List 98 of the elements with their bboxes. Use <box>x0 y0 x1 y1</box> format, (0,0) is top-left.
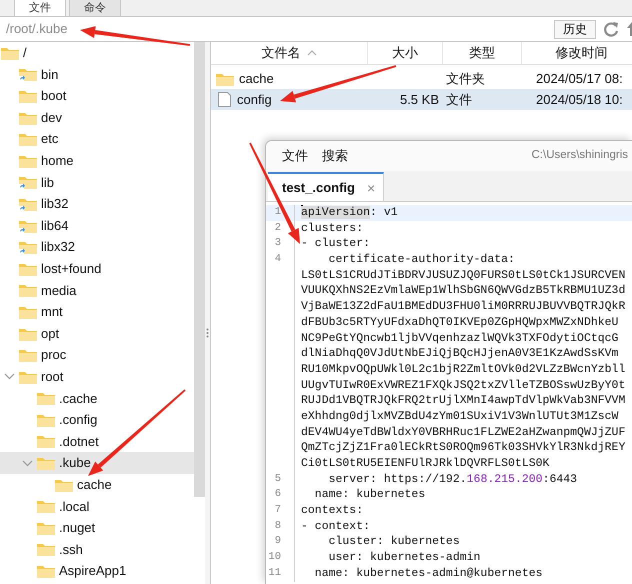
file-modified: 2024/05/18 10: <box>536 92 623 107</box>
code-line: contexts: <box>301 503 364 519</box>
file-row[interactable]: config 5.5 KB 文件 2024/05/18 10: <box>211 89 632 110</box>
code-line: RU10MkpvOQpUWkl0L2c1bjR2ZmltOVk0d2VLZzBWcnYzbll <box>301 362 626 378</box>
line-number: 6 <box>274 488 281 500</box>
folder-icon <box>36 563 56 580</box>
chevron-down-icon[interactable] <box>22 458 32 469</box>
file-name: config <box>237 90 272 109</box>
code-line: dlNiaDhqQ0VJdUtNbEJiQjBQcHJjenA0V3E1KzAwdSsKVm <box>301 346 618 362</box>
tree-item[interactable]: .cache <box>0 388 194 410</box>
folder-icon <box>36 498 56 514</box>
tree-item[interactable]: .local <box>0 495 194 518</box>
file-size: 5.5 KB <box>400 92 439 107</box>
tree-item[interactable]: lib64 <box>0 214 194 236</box>
line-number: 11 <box>268 566 281 579</box>
line-number: 8 <box>274 520 281 532</box>
tree-item[interactable]: lost+found <box>0 258 194 280</box>
tab[interactable]: 文件 <box>14 0 66 16</box>
tree-item[interactable]: libx32 <box>0 236 194 258</box>
file-icon <box>215 91 233 108</box>
tree-item[interactable]: opt <box>0 322 194 344</box>
splitter-grip-icon[interactable] <box>206 328 209 338</box>
folder-icon <box>36 455 56 472</box>
line-number: 3 <box>274 237 281 250</box>
file-row[interactable]: cache 文件夹 2024/05/17 08: <box>211 68 632 89</box>
code-line: Ci0tLS0tRU5EIENFUlRJRklDQVRFLS0tLS0K <box>301 456 550 472</box>
code-line: server: https://192.168.215.200:6443 <box>328 472 578 488</box>
tree-item[interactable]: cache <box>0 474 194 496</box>
line-number: 10 <box>268 551 281 564</box>
tree-item[interactable]: proc <box>0 344 194 366</box>
code-line: LS0tLS1CRUdJTiBDRVJUSUZJQ0FURS0tLS0tCk1JSURCVEN <box>301 268 626 284</box>
file-type: 文件 <box>446 92 472 107</box>
folder-icon <box>36 541 56 558</box>
line-number: 4 <box>274 253 281 266</box>
tree-item[interactable]: .config <box>0 409 194 431</box>
line-number: 7 <box>274 504 281 516</box>
tree-item[interactable]: bin <box>0 64 194 86</box>
folder-icon <box>18 347 38 364</box>
sort-ascending-icon <box>306 49 316 57</box>
tree-item[interactable]: lib32 <box>0 193 194 215</box>
code-line: clusters: <box>301 220 364 236</box>
refresh-icon[interactable] <box>602 20 620 38</box>
tree-item[interactable]: media <box>0 280 194 302</box>
tree-item[interactable]: AspireApp1 <box>0 560 194 582</box>
tree-item[interactable]: .ssh <box>0 538 194 560</box>
tree-item[interactable]: mnt <box>0 301 194 323</box>
line-number: 1 <box>274 206 281 218</box>
folder-shortcut-icon <box>18 66 38 82</box>
column-header[interactable]: 文件名 <box>211 42 368 64</box>
folder-icon <box>18 282 38 298</box>
folder-icon <box>36 433 56 450</box>
tree-item[interactable]: etc <box>0 128 194 150</box>
tree-item[interactable]: dev <box>0 106 194 128</box>
column-header[interactable]: 修改时间 <box>522 42 632 64</box>
file-modified: 2024/05/17 08: <box>536 70 623 86</box>
menu-item[interactable]: 搜索 <box>322 146 348 166</box>
code-line: RUJDd1VBQTRJQkFRQ2trUjlXMnI4awpTdVlpWkVab3NFVVM <box>301 393 626 409</box>
tree-item[interactable]: home <box>0 150 194 172</box>
code-line: name: kubernetes <box>314 487 426 504</box>
editor-tab[interactable]: test_.config × <box>268 172 384 201</box>
code-line: cluster: kubernetes <box>328 534 460 550</box>
code-line: certificate-authority-data: <box>328 252 515 268</box>
code-line: dFBUb3c5RTYyUFdxaDhQT0IKVEp0ZGpHQWpxMWZxNDhkeU <box>301 314 618 330</box>
file-path: C:\Users\shiningris <box>532 148 628 164</box>
code-line: dEV4WU4yeTdBWldxY0VBRHRuc1FLZWE2aHZwanpmQWJjZUF <box>301 424 626 440</box>
code-line: VjBaWE13Z2dFaU1BMEdDU3FHU0liM0RRRUJBUVVBQTRJQkR <box>301 299 626 315</box>
code-line: name: kubernetes-admin@kubernetes <box>314 566 543 582</box>
code-line: VUUKQXhNS2EzVmlaWEp1WlhSbGN6QWVGdzB5TkRBMU1UZ3d <box>301 283 626 300</box>
tree-item[interactable]: boot <box>0 85 194 107</box>
column-header[interactable]: 大小 <box>368 42 443 64</box>
code-line: - cluster: <box>301 236 370 252</box>
code-line: eXhhdng0djlxMVZBdU4zYm01SUxiV1V3WnlUTUt3M1ZscW <box>301 408 618 425</box>
tree-item[interactable]: .dotnet <box>0 430 194 452</box>
folder-icon <box>36 390 56 406</box>
line-number: 5 <box>274 472 281 485</box>
code-line: UUgvTUIwR0ExVWREZ1FXQkJSQ2txZVlleTZBOSswUzByY0t <box>301 378 626 394</box>
file-type: 文件夹 <box>446 70 485 86</box>
tree-item[interactable]: .nuget <box>0 517 194 539</box>
folder-shortcut-icon <box>18 239 38 256</box>
code-line: apiVersion: v1 <box>301 205 398 221</box>
code-line: QmZTcjZjZ1Fra0lECkRtS0ROQm96Tk03SHVkYlR3NkdjREY <box>301 440 626 456</box>
folder-icon <box>18 131 38 148</box>
line-number: 2 <box>274 222 281 234</box>
tree-item[interactable]: lib <box>0 172 194 194</box>
tree-item[interactable]: / <box>0 42 194 64</box>
tree-item[interactable]: root <box>0 366 194 388</box>
close-button[interactable]: × <box>366 180 376 194</box>
code-line: NC9PeGtYQncwb1ljbVVqenhzazlWQVk3TXFOdytiOCtqcG <box>301 330 618 346</box>
menu-item[interactable]: 文件 <box>282 146 308 166</box>
history-button[interactable]: 历史 <box>554 20 596 38</box>
code-line: - context: <box>301 518 370 534</box>
column-header[interactable]: 类型 <box>443 42 522 64</box>
tree-item[interactable]: .kube <box>0 452 194 474</box>
code-line: user: kubernetes-admin <box>328 550 480 566</box>
line-number: 9 <box>274 535 281 548</box>
tab[interactable]: 命令 <box>69 0 121 16</box>
file-name: cache <box>239 70 274 88</box>
folder-shortcut-icon <box>18 174 38 190</box>
